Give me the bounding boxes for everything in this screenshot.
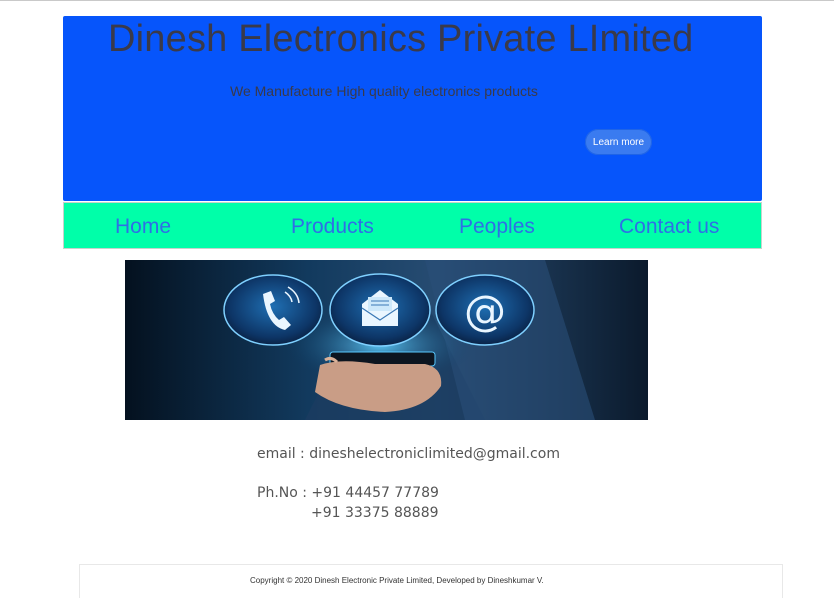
nav-item-contact-us[interactable]: Contact us [619,215,719,239]
hero-subtitle: We Manufacture High quality electronics … [230,83,538,99]
phone-icon [223,274,323,346]
main-navigation: Home Products Peoples Contact us [63,202,762,249]
nav-item-home[interactable]: Home [115,215,171,239]
at-sign-icon: @ [435,274,535,346]
nav-item-products[interactable]: Products [291,215,374,239]
contact-phone-secondary: +91 33375 88889 [311,505,439,521]
contact-phone-primary: Ph.No : +91 44457 77789 [257,485,439,501]
footer-copyright: Copyright © 2020 Dinesh Electronic Priva… [250,576,544,585]
contact-email: email : dineshelectroniclimited@gmail.co… [257,446,560,462]
svg-text:@: @ [464,286,506,335]
learn-more-button[interactable]: Learn more [585,129,652,155]
nav-item-peoples[interactable]: Peoples [459,215,535,239]
banner-illustration: @ [125,260,648,420]
footer: Copyright © 2020 Dinesh Electronic Priva… [79,564,783,598]
mail-icon [329,273,431,347]
hero-banner: Dinesh Electronics Private LImited We Ma… [63,16,762,201]
contact-banner-image: @ [125,260,648,420]
page-title: Dinesh Electronics Private LImited [108,18,694,60]
